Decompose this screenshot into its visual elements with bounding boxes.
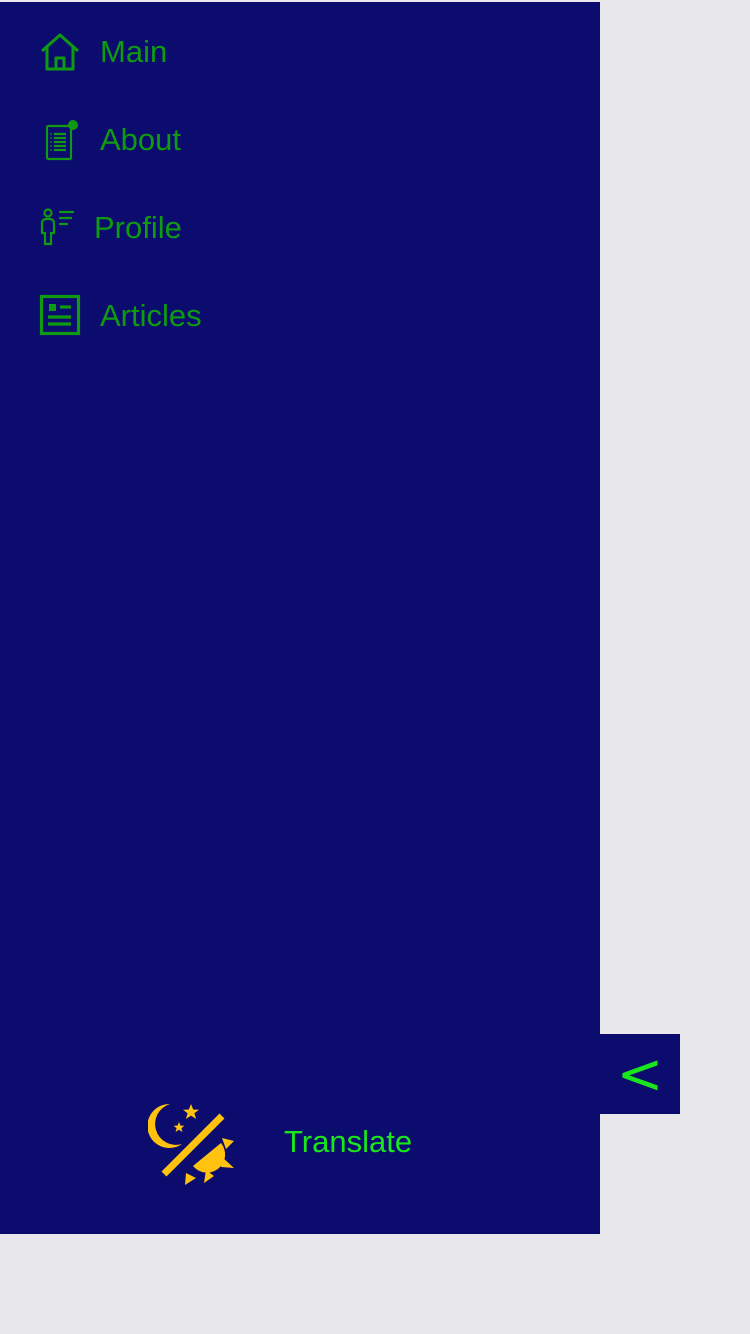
- sidebar-item-label: Profile: [94, 209, 182, 245]
- home-icon: [38, 29, 82, 73]
- sidebar-item-profile[interactable]: Profile: [38, 202, 182, 252]
- sidebar-item-label: About: [100, 121, 182, 157]
- theme-toggle-button[interactable]: [147, 1094, 240, 1186]
- sidebar-footer: Translate: [0, 1086, 600, 1206]
- sidebar: Main About Profile Articles Translate: [0, 2, 600, 1234]
- day-night-icon: [147, 1103, 234, 1185]
- person-list-icon: [38, 205, 82, 249]
- sidebar-item-label: Articles: [100, 297, 202, 333]
- translate-button[interactable]: Translate: [284, 1126, 412, 1157]
- sidebar-item-main[interactable]: Main: [38, 26, 167, 76]
- sidebar-item-about[interactable]: About: [38, 114, 181, 164]
- document-icon: [38, 117, 82, 161]
- newspaper-icon: [38, 293, 82, 337]
- sidebar-item-label: Main: [100, 33, 168, 69]
- collapse-sidebar-button[interactable]: <: [600, 1034, 680, 1114]
- sidebar-item-articles[interactable]: Articles: [38, 290, 202, 340]
